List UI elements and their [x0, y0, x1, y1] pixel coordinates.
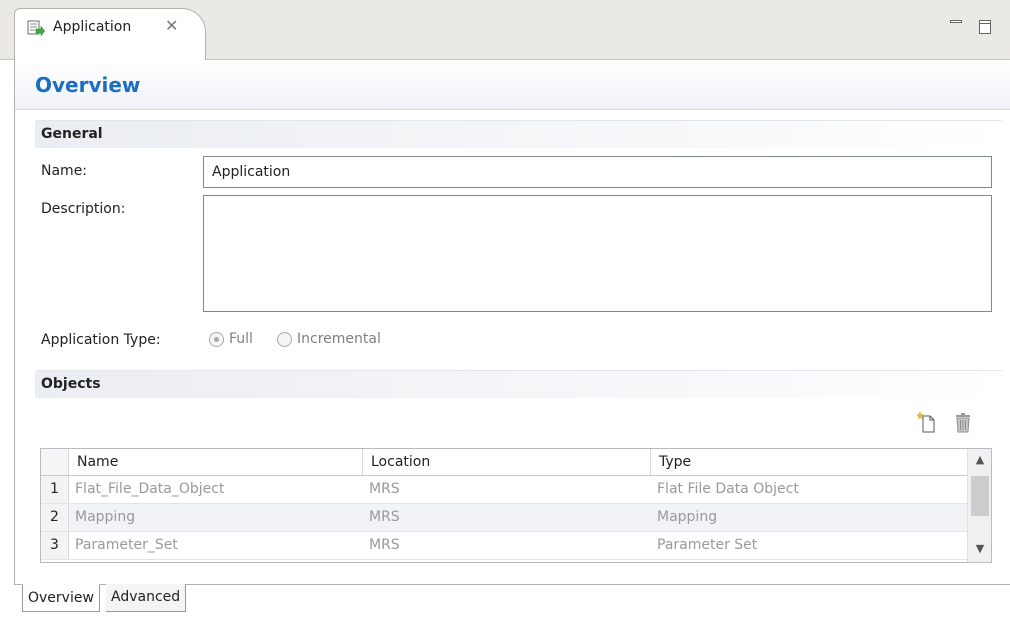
minimize-icon[interactable]	[950, 20, 962, 23]
scroll-up-icon[interactable]: ▲	[968, 449, 991, 471]
description-label: Description:	[41, 201, 126, 217]
application-editor-tab[interactable]: Application ✕	[14, 8, 206, 60]
table-row[interactable]: 2 Mapping MRS Mapping	[41, 504, 967, 532]
general-section-header[interactable]: General	[35, 120, 1003, 148]
row-number: 1	[41, 476, 69, 503]
cell-name: Parameter_Set	[75, 537, 178, 553]
new-object-icon[interactable]	[916, 411, 937, 438]
objects-section-header[interactable]: Objects	[35, 370, 1003, 398]
cell-name: Flat_File_Data_Object	[75, 481, 225, 497]
objects-section-title: Objects	[41, 376, 101, 392]
close-icon[interactable]: ✕	[165, 16, 178, 35]
full-radio-label: Full	[229, 331, 253, 347]
description-field[interactable]	[203, 195, 992, 312]
cell-type: Mapping	[657, 509, 718, 525]
objects-table: Name Location Type 1 Flat_File_Data_Obje…	[40, 448, 992, 563]
delete-icon[interactable]	[953, 412, 973, 438]
tab-label: Application	[53, 19, 132, 35]
tab-advanced[interactable]: Advanced	[106, 584, 187, 612]
row-number: 2	[41, 504, 69, 531]
general-section-title: General	[41, 126, 103, 142]
table-row[interactable]: 1 Flat_File_Data_Object MRS Flat File Da…	[41, 476, 967, 504]
table-row[interactable]: 3 Parameter_Set MRS Parameter Set	[41, 532, 967, 560]
column-header-name[interactable]: Name	[69, 449, 363, 475]
page-title: Overview	[35, 73, 141, 97]
application-icon	[27, 19, 45, 37]
cell-type: Flat File Data Object	[657, 481, 799, 497]
maximize-icon[interactable]	[979, 20, 991, 34]
row-number: 3	[41, 532, 69, 559]
row-number-header	[41, 449, 69, 475]
incremental-radio-label: Incremental	[297, 331, 381, 347]
incremental-radio[interactable]	[277, 332, 292, 347]
full-radio[interactable]	[209, 332, 224, 347]
name-field[interactable]	[203, 156, 992, 188]
cell-name: Mapping	[75, 509, 136, 525]
name-label: Name:	[41, 163, 88, 179]
application-type-label: Application Type:	[41, 332, 161, 348]
column-header-type[interactable]: Type	[651, 449, 967, 475]
overview-header: Overview	[15, 60, 1010, 110]
cell-location: MRS	[369, 509, 400, 525]
bottom-tab-bar: Overview Advanced	[14, 584, 1010, 618]
scroll-thumb[interactable]	[971, 476, 989, 516]
vertical-scrollbar[interactable]: ▲ ▼	[967, 449, 991, 562]
table-header: Name Location Type	[41, 449, 967, 476]
cell-location: MRS	[369, 537, 400, 553]
scroll-down-icon[interactable]: ▼	[968, 538, 991, 560]
tab-overview[interactable]: Overview	[22, 584, 100, 612]
cell-type: Parameter Set	[657, 537, 758, 553]
column-header-location[interactable]: Location	[363, 449, 651, 475]
cell-location: MRS	[369, 481, 400, 497]
editor-tab-bar: Application ✕	[0, 0, 1010, 60]
